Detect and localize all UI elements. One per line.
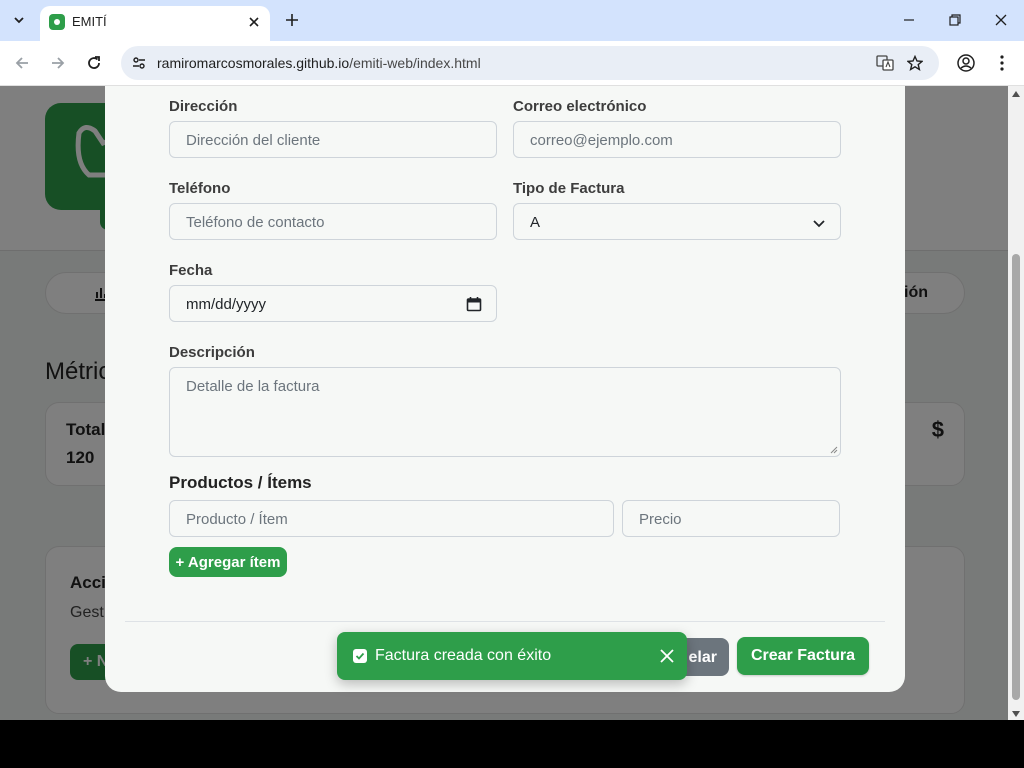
precio-placeholder: Precio bbox=[639, 511, 682, 528]
direccion-input[interactable]: Dirección del cliente bbox=[169, 121, 497, 158]
email-field[interactable]: correo@ejemplo.com bbox=[513, 121, 841, 158]
check-icon bbox=[353, 649, 367, 663]
tipo-factura-label: Tipo de Factura bbox=[513, 180, 625, 197]
close-window-button[interactable] bbox=[978, 0, 1024, 40]
tipo-factura-value: A bbox=[530, 214, 541, 231]
screen-bottom-area bbox=[0, 720, 1024, 768]
address-bar[interactable]: ramiromarcosmorales.github.io/emiti-web/… bbox=[121, 46, 939, 80]
arrow-left-icon bbox=[15, 57, 28, 69]
success-toast: Factura creada con éxito bbox=[337, 632, 687, 680]
close-icon bbox=[995, 14, 1007, 26]
bookmark-star-icon[interactable] bbox=[905, 53, 925, 73]
close-icon[interactable] bbox=[657, 646, 677, 666]
url-domain: ramiromarcosmorales.github.io bbox=[157, 55, 350, 71]
email-placeholder: correo@ejemplo.com bbox=[530, 132, 673, 149]
telefono-placeholder: Teléfono de contacto bbox=[186, 214, 325, 231]
forward-button[interactable] bbox=[46, 51, 70, 75]
page-scrollbar[interactable] bbox=[1008, 86, 1024, 720]
fecha-label: Fecha bbox=[169, 262, 213, 279]
reload-button[interactable] bbox=[82, 51, 106, 75]
precio-input[interactable]: Precio bbox=[622, 500, 840, 537]
modal-footer-divider bbox=[125, 621, 885, 622]
tab-search-button[interactable] bbox=[6, 8, 32, 32]
favicon-icon bbox=[49, 14, 65, 30]
descripcion-textarea[interactable]: Detalle de la factura bbox=[169, 367, 841, 457]
site-info-icon[interactable] bbox=[129, 53, 149, 73]
new-tab-button[interactable] bbox=[280, 8, 304, 32]
producto-input[interactable]: Producto / Ítem bbox=[169, 500, 614, 537]
telefono-label: Teléfono bbox=[169, 180, 231, 197]
chevron-down-icon bbox=[813, 220, 825, 228]
cancel-label: elar bbox=[688, 649, 717, 666]
minimize-button[interactable] bbox=[886, 0, 932, 40]
fecha-value: mm/dd/yyyy bbox=[186, 296, 267, 313]
direccion-placeholder: Dirección del cliente bbox=[186, 132, 321, 149]
reload-icon bbox=[88, 56, 100, 69]
menu-kebab-icon[interactable] bbox=[990, 51, 1014, 75]
url-text: ramiromarcosmorales.github.io/emiti-web/… bbox=[157, 55, 481, 71]
browser-toolbar: ramiromarcosmorales.github.io/emiti-web/… bbox=[0, 41, 1024, 86]
add-item-button[interactable]: + Agregar ítem bbox=[169, 547, 287, 577]
minimize-icon bbox=[904, 19, 914, 21]
plus-icon bbox=[286, 14, 298, 26]
fecha-input[interactable]: mm/dd/yyyy bbox=[169, 285, 497, 322]
restore-icon bbox=[949, 14, 961, 26]
chevron-down-icon bbox=[14, 17, 24, 24]
close-tab-icon[interactable] bbox=[244, 12, 264, 32]
profile-icon[interactable] bbox=[954, 51, 978, 75]
calendar-icon[interactable] bbox=[466, 296, 482, 312]
scroll-up-arrow-icon[interactable] bbox=[1012, 90, 1020, 98]
create-invoice-modal: Dirección Dirección del cliente Correo e… bbox=[105, 86, 905, 692]
arrow-right-icon bbox=[52, 57, 65, 69]
descripcion-placeholder: Detalle de la factura bbox=[186, 378, 320, 395]
toast-message: Factura creada con éxito bbox=[375, 647, 552, 664]
direccion-label: Dirección bbox=[169, 98, 238, 115]
resize-handle-icon[interactable] bbox=[830, 446, 838, 454]
back-button[interactable] bbox=[10, 51, 34, 75]
descripcion-label: Descripción bbox=[169, 344, 255, 361]
scrollbar-thumb[interactable] bbox=[1012, 254, 1020, 700]
create-invoice-button[interactable]: Crear Factura bbox=[737, 637, 869, 675]
producto-placeholder: Producto / Ítem bbox=[186, 511, 288, 528]
browser-tab[interactable]: EMITÍ bbox=[40, 6, 270, 41]
tipo-factura-select[interactable]: A bbox=[513, 203, 841, 240]
page-viewport: ión Métric Total 120 $ Acci Gest + N Dir… bbox=[0, 86, 1008, 720]
scroll-down-arrow-icon[interactable] bbox=[1012, 710, 1020, 718]
restore-button[interactable] bbox=[932, 0, 978, 40]
translate-icon[interactable] bbox=[875, 53, 895, 73]
productos-title: Productos / Ítems bbox=[169, 473, 312, 492]
telefono-input[interactable]: Teléfono de contacto bbox=[169, 203, 497, 240]
browser-tab-bar: EMITÍ bbox=[0, 0, 1024, 41]
tab-title: EMITÍ bbox=[72, 14, 107, 29]
correo-label: Correo electrónico bbox=[513, 98, 647, 115]
url-path: /emiti-web/index.html bbox=[349, 55, 481, 71]
